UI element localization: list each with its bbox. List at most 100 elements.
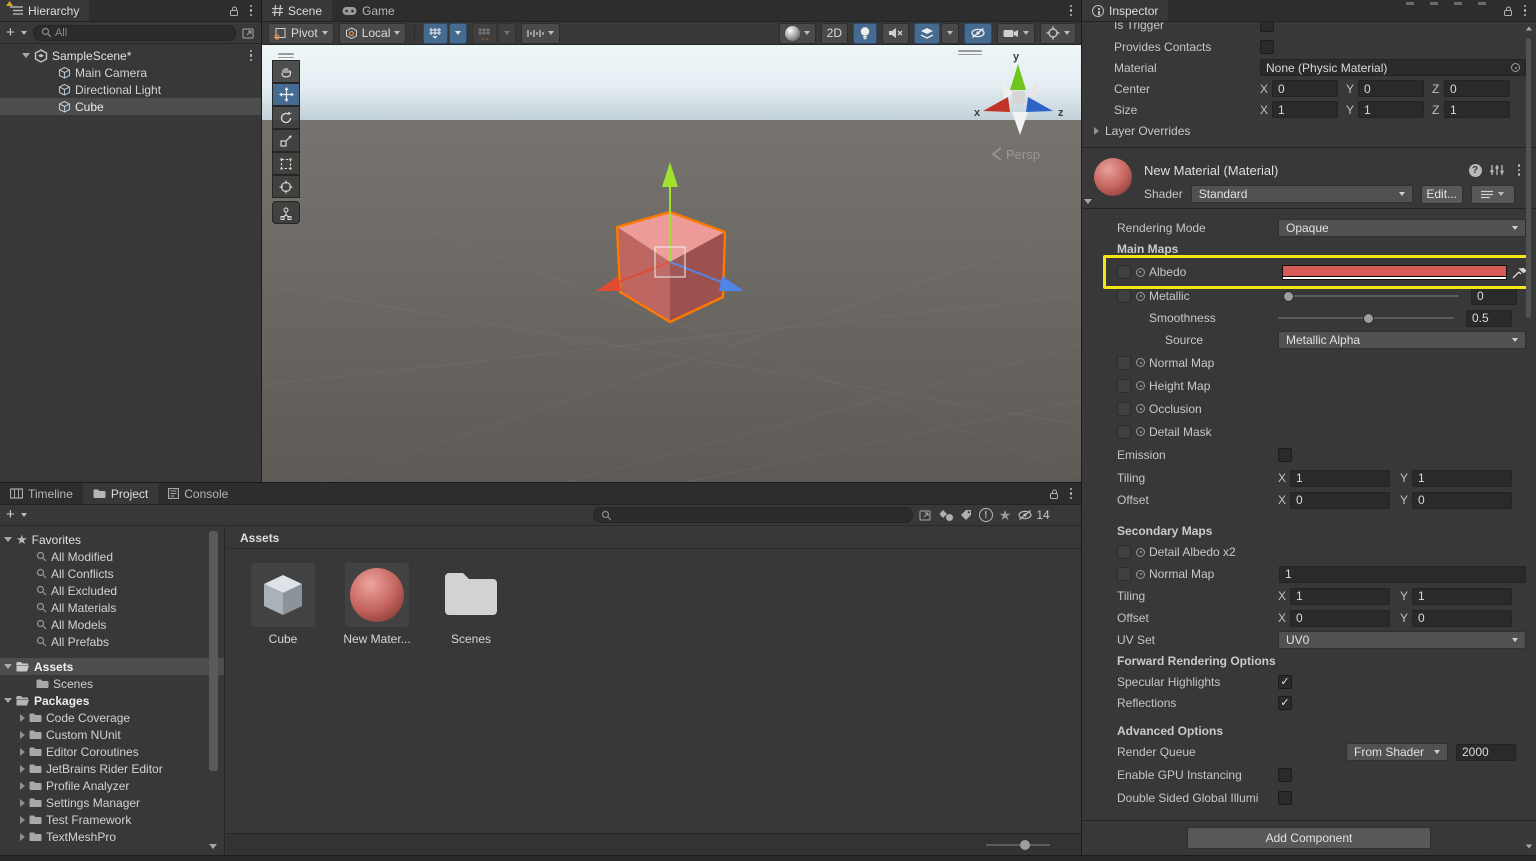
favorite-item[interactable]: All Excluded: [0, 582, 224, 599]
hierarchy-row-scene[interactable]: SampleScene*: [0, 47, 262, 64]
package-row[interactable]: Code Coverage: [0, 709, 224, 726]
tab-scene[interactable]: Scene: [262, 0, 332, 21]
tab-hierarchy[interactable]: Hierarchy: [0, 0, 89, 21]
create-object-button[interactable]: +: [6, 28, 15, 38]
package-row[interactable]: Test Framework: [0, 811, 224, 828]
detail-albedo-texture-slot[interactable]: [1117, 545, 1131, 559]
scene-lighting-button[interactable]: [853, 23, 877, 44]
scene-row-menu-icon[interactable]: [244, 47, 259, 65]
gizmo-y-cone[interactable]: [1010, 64, 1026, 90]
object-picker-icon[interactable]: [1136, 548, 1145, 557]
tab-project[interactable]: Project: [83, 483, 158, 504]
search-by-type-icon[interactable]: [939, 509, 954, 522]
create-asset-caret-icon[interactable]: [21, 513, 27, 517]
shader-dropdown[interactable]: Standard: [1191, 185, 1413, 203]
x-axis-arrow[interactable]: [596, 276, 621, 291]
log-filter-icon[interactable]: !: [979, 508, 993, 522]
create-asset-button[interactable]: +: [6, 510, 15, 520]
scene-camera-button[interactable]: [997, 23, 1035, 44]
view-tool-button[interactable]: [272, 60, 300, 83]
slider-thumb[interactable]: [1020, 840, 1030, 850]
hidden-count-toggle[interactable]: 14: [1017, 508, 1049, 522]
transform-tool-button[interactable]: [272, 175, 300, 198]
scene-visibility-button[interactable]: [964, 23, 992, 44]
tools-overlay-handle[interactable]: [272, 51, 300, 60]
lock-icon[interactable]: [1502, 5, 1514, 17]
shader-edit-button[interactable]: Edit...: [1421, 185, 1463, 204]
favorite-item[interactable]: All Prefabs: [0, 633, 224, 650]
offset-x-field[interactable]: 0: [1290, 492, 1390, 509]
material-preview-sphere[interactable]: [1094, 158, 1132, 196]
material-extras-button[interactable]: [1471, 185, 1515, 204]
tab-console[interactable]: Console: [158, 483, 238, 504]
increment-snap-caret-button[interactable]: [498, 23, 516, 44]
hierarchy-menu-icon[interactable]: [244, 2, 259, 20]
favorites-star-icon[interactable]: ★: [999, 507, 1012, 524]
gizmo-center-square[interactable]: [655, 247, 685, 277]
object-picker-icon[interactable]: [1136, 381, 1145, 390]
package-row[interactable]: Custom NUnit: [0, 726, 224, 743]
package-row[interactable]: TextMeshPro: [0, 828, 224, 845]
foldout-open-icon[interactable]: [22, 53, 30, 58]
lock-icon[interactable]: [228, 5, 240, 17]
object-picker-icon[interactable]: [1511, 63, 1520, 72]
smoothness-value-field[interactable]: 0.5: [1466, 310, 1512, 327]
inspector-scroll-thumb[interactable]: [1526, 38, 1531, 318]
favorites-row[interactable]: ★Favorites: [0, 531, 224, 548]
gizmo-z-cone[interactable]: [1026, 97, 1053, 112]
y-axis-arrow[interactable]: [662, 162, 678, 187]
shading-mode-button[interactable]: [779, 23, 816, 44]
hierarchy-row-cube[interactable]: Cube: [0, 98, 262, 115]
assets-folder-row[interactable]: Assets: [0, 658, 224, 675]
hierarchy-search[interactable]: [33, 25, 236, 41]
open-search-window-icon[interactable]: [919, 509, 933, 521]
asset-new-material[interactable]: New Mater...: [334, 563, 420, 646]
rect-tool-button[interactable]: [272, 152, 300, 175]
help-icon[interactable]: ?: [1469, 164, 1482, 177]
object-picker-icon[interactable]: [1136, 427, 1145, 436]
uv-set-dropdown[interactable]: UV0: [1278, 631, 1526, 649]
material-foldout-icon[interactable]: [1084, 199, 1092, 204]
object-picker-icon[interactable]: [1136, 404, 1145, 413]
provides-contacts-checkbox[interactable]: [1260, 40, 1274, 54]
project-menu-icon[interactable]: [1064, 485, 1079, 503]
z-axis-arrow[interactable]: [719, 276, 744, 291]
pivot-mode-button[interactable]: Pivot: [268, 23, 334, 44]
secondary-offset-y-field[interactable]: 0: [1412, 610, 1512, 627]
tree-scrollbar[interactable]: [209, 531, 218, 771]
gizmos-button[interactable]: [1040, 23, 1076, 44]
favorite-item[interactable]: All Conflicts: [0, 565, 224, 582]
grid-snap-caret-button[interactable]: [449, 23, 467, 44]
offset-y-field[interactable]: 0: [1412, 492, 1512, 509]
render-queue-value-field[interactable]: 2000: [1456, 744, 1516, 761]
center-y-field[interactable]: 0: [1358, 80, 1424, 97]
secondary-offset-x-field[interactable]: 0: [1290, 610, 1390, 627]
occlusion-texture-slot[interactable]: [1117, 402, 1131, 416]
2d-mode-button[interactable]: 2D: [821, 23, 848, 44]
project-search-input[interactable]: [615, 509, 905, 521]
scene-audio-button[interactable]: [882, 23, 909, 44]
secondary-normal-texture-slot[interactable]: [1117, 567, 1131, 581]
is-trigger-checkbox[interactable]: [1260, 22, 1274, 32]
metallic-slider[interactable]: [1283, 295, 1459, 297]
tiling-x-field[interactable]: 1: [1290, 470, 1390, 487]
metallic-texture-slot[interactable]: [1117, 289, 1131, 303]
layer-overrides-foldout[interactable]: Layer Overrides: [1082, 120, 1536, 141]
scene-viewport[interactable]: y x z Persp: [262, 45, 1082, 483]
size-x-field[interactable]: 1: [1272, 101, 1338, 118]
double-sided-gi-checkbox[interactable]: [1278, 791, 1292, 805]
object-picker-icon[interactable]: [1136, 292, 1145, 301]
albedo-texture-slot[interactable]: [1117, 265, 1131, 279]
tree-scroll-down-icon[interactable]: [209, 844, 217, 849]
scroll-down-icon[interactable]: [1526, 845, 1532, 849]
albedo-color-swatch[interactable]: [1282, 265, 1507, 280]
orientation-gizmo[interactable]: y x z: [974, 51, 1064, 135]
gizmo-overlay-handle[interactable]: [952, 48, 988, 57]
favorite-item[interactable]: All Modified: [0, 548, 224, 565]
thumbnail-size-slider[interactable]: [986, 844, 1050, 846]
object-picker-icon[interactable]: [1136, 268, 1145, 277]
package-row[interactable]: Profile Analyzer: [0, 777, 224, 794]
rotate-tool-button[interactable]: [272, 106, 300, 129]
source-dropdown[interactable]: Metallic Alpha: [1278, 331, 1526, 349]
gpu-instancing-checkbox[interactable]: [1278, 768, 1292, 782]
